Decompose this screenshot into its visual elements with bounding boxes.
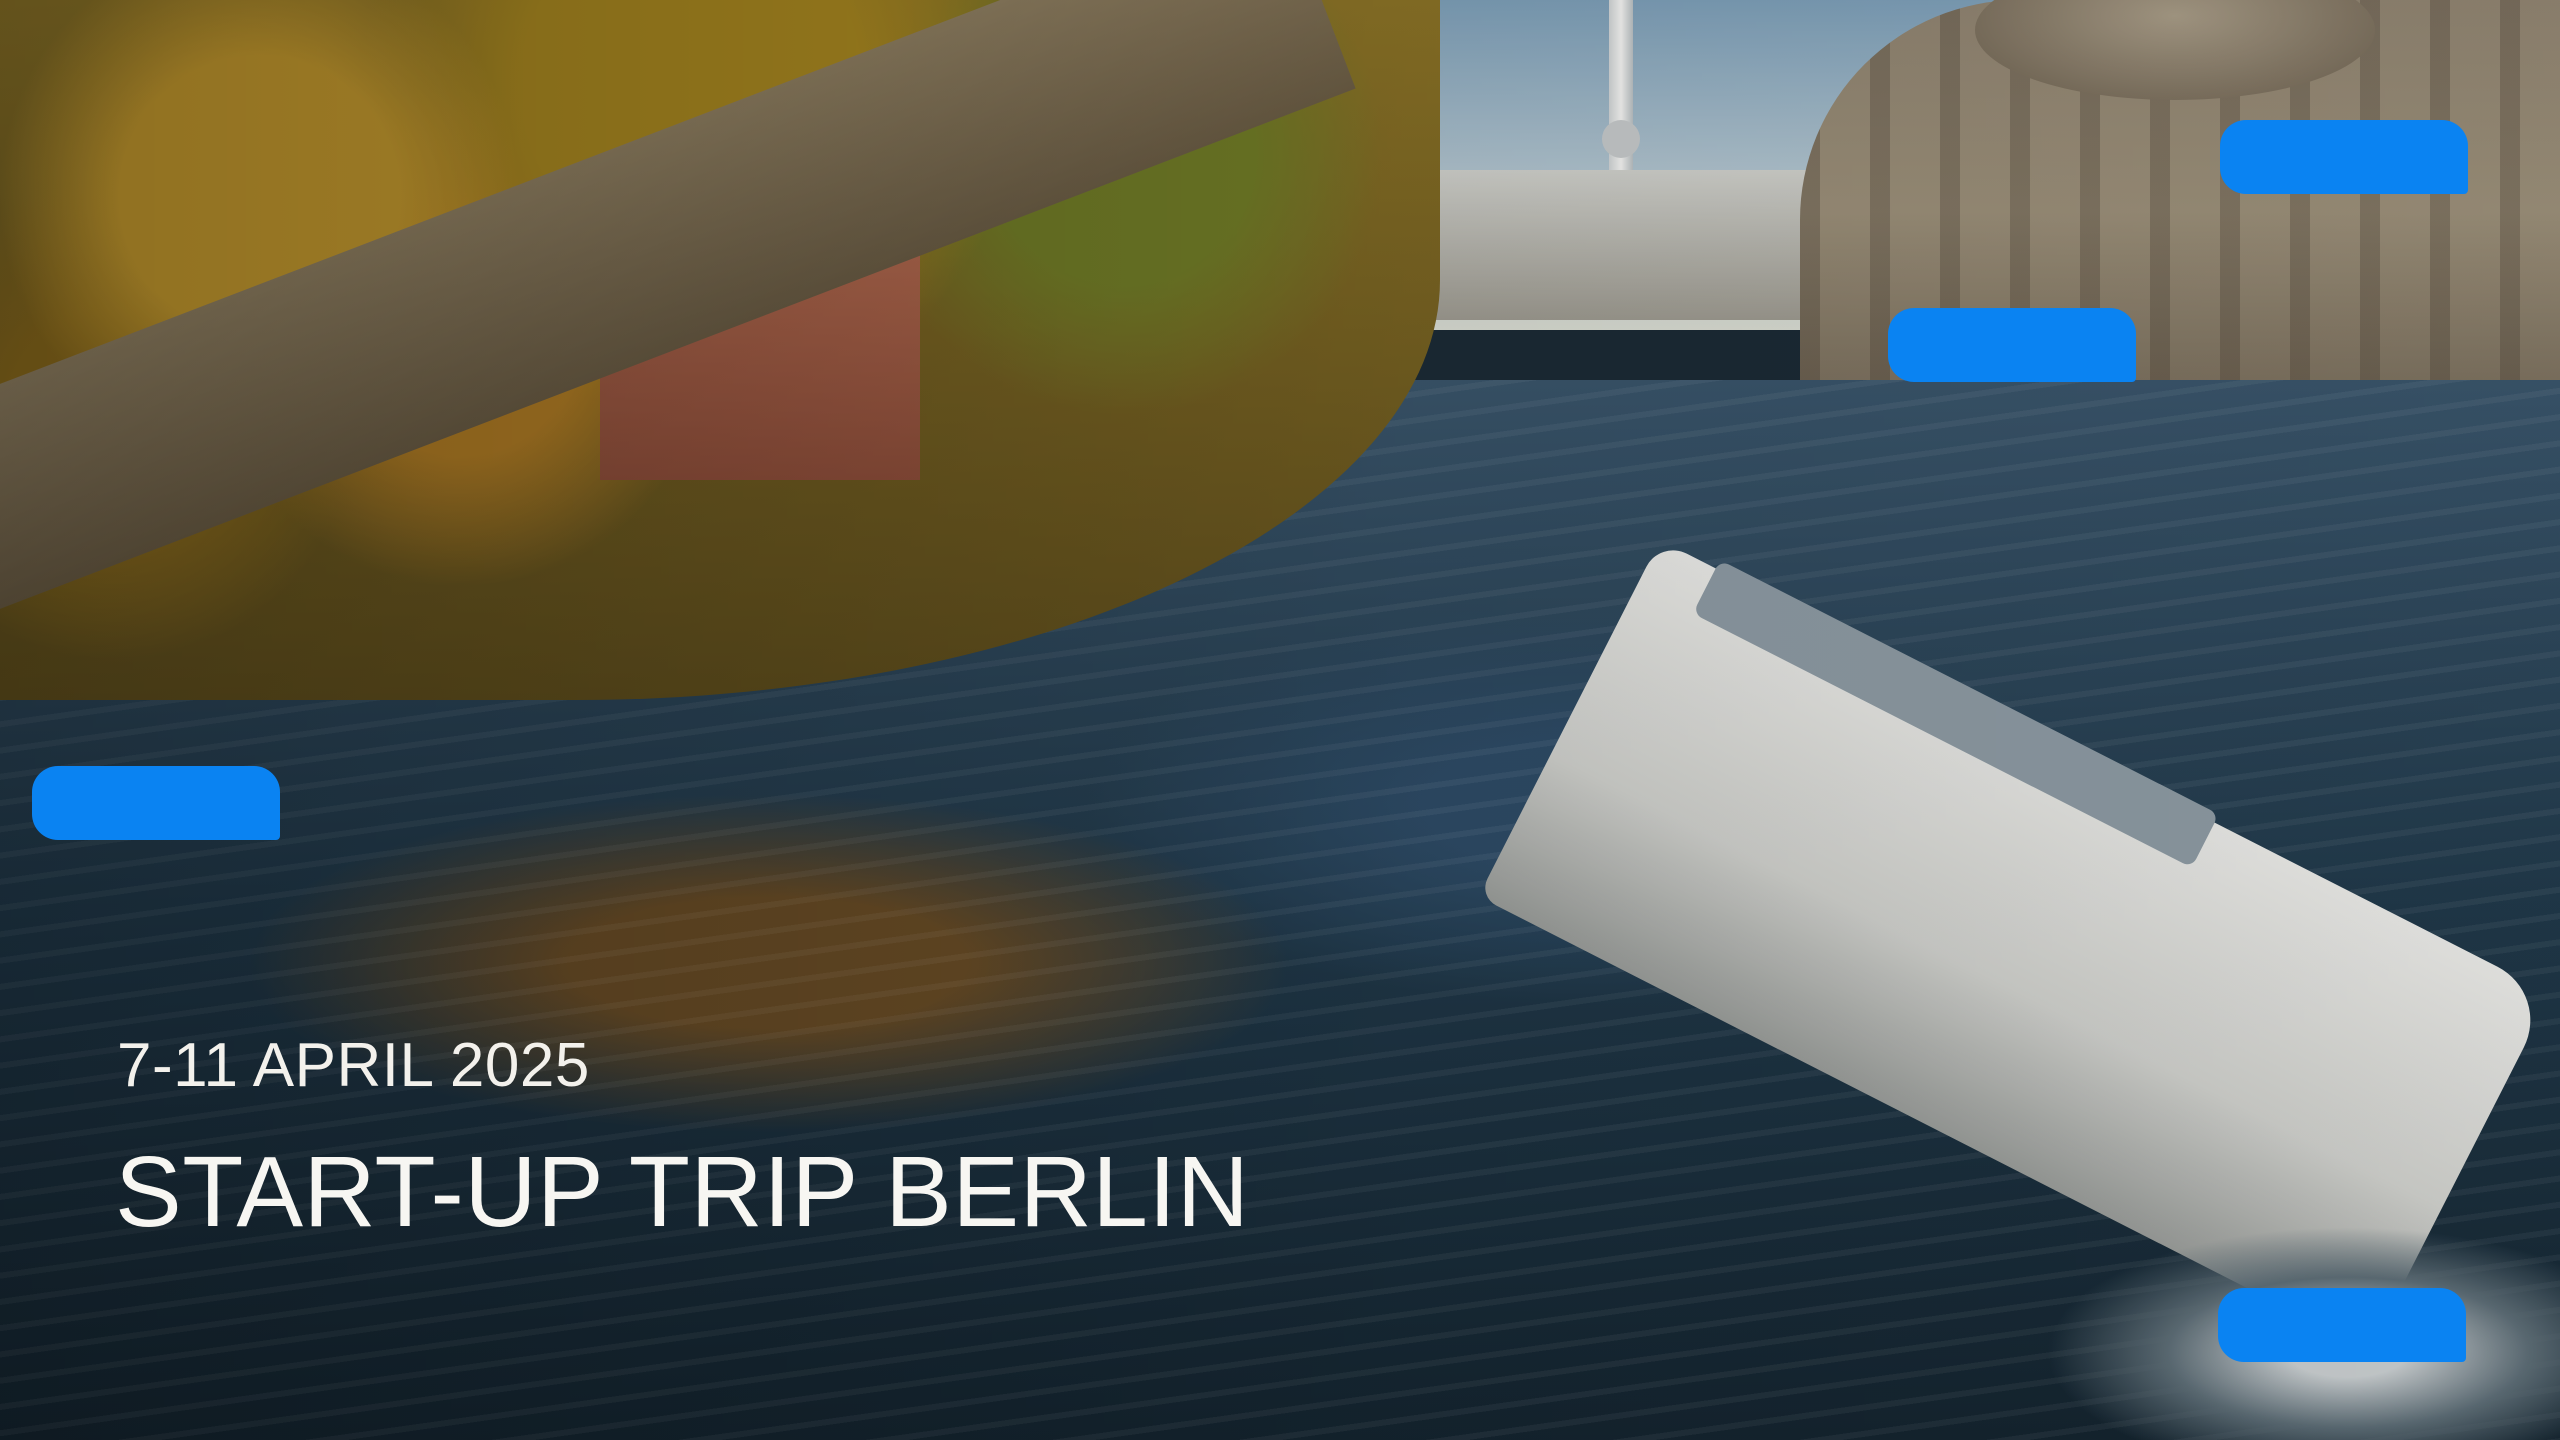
accent-tab-left: [32, 766, 280, 840]
event-date: 7-11 APRIL 2025: [117, 1031, 590, 1100]
accent-tab-bottom-right: [2218, 1288, 2466, 1362]
accent-tab-upper-middle: [1888, 308, 2136, 382]
title-slide: 7-11 APRIL 2025 START-UP TRIP BERLIN: [0, 0, 2560, 1440]
slide-title: START-UP TRIP BERLIN: [115, 1136, 1250, 1248]
accent-tab-top-right: [2220, 120, 2468, 194]
